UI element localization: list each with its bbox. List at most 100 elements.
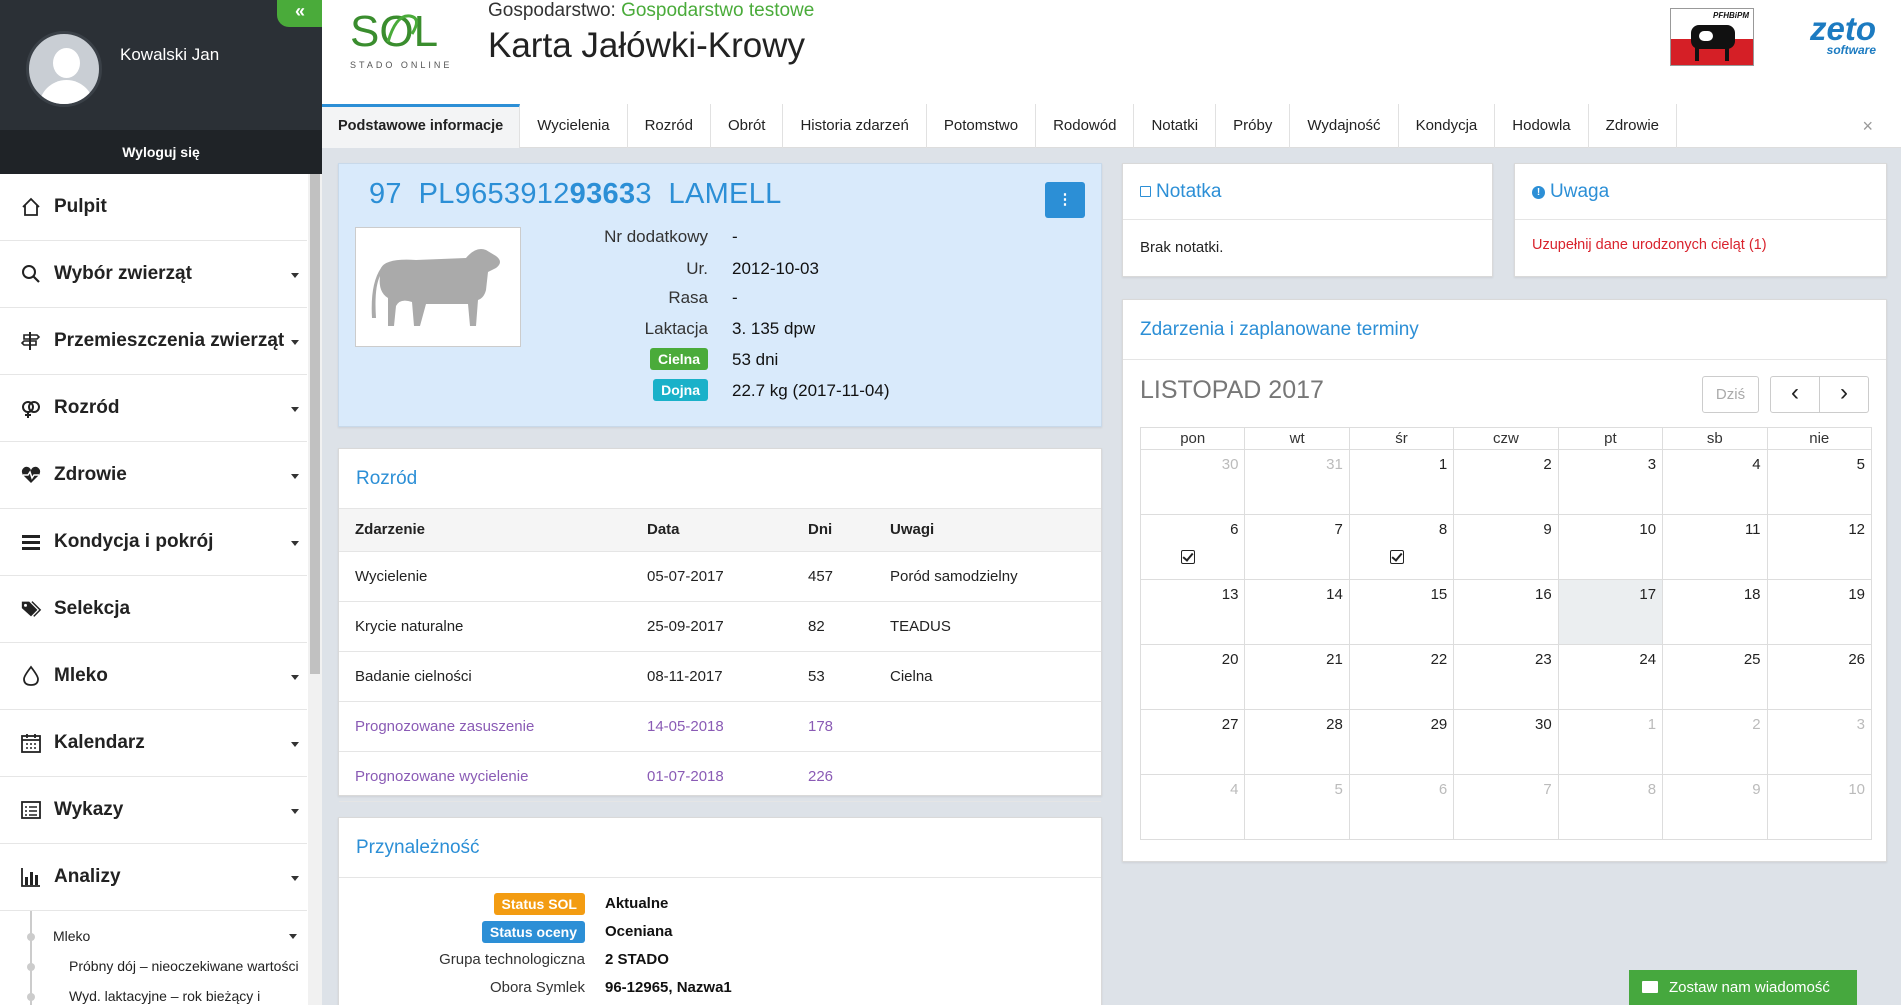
caret-down-icon xyxy=(291,742,299,747)
calendar-day-cell[interactable]: 31 xyxy=(1244,449,1350,515)
calendar-day-cell[interactable]: 2 xyxy=(1453,449,1559,515)
calendar-day-cell[interactable]: 15 xyxy=(1348,579,1455,645)
calendar-day-cell[interactable]: 12 xyxy=(1766,514,1873,580)
calendar-day-cell[interactable]: 16 xyxy=(1453,579,1559,645)
tab-hodowla[interactable]: Hodowla xyxy=(1495,104,1589,148)
calendar-day-cell[interactable]: 8 xyxy=(1557,774,1664,840)
calendar-grid: pon wt śr czw pt sb nie 30 31 1 2 3 4 5 6 7 8 9 10 11 12 13 1… xyxy=(1139,427,1873,840)
tab-podstawowe-informacje[interactable]: Podstawowe informacje xyxy=(322,104,521,148)
calendar-day-cell[interactable]: 26 xyxy=(1766,644,1873,710)
prev-month-button[interactable]: ‹ xyxy=(1770,376,1820,413)
value-ur: 2012-10-03 xyxy=(732,259,819,278)
close-icon[interactable]: × xyxy=(1862,116,1873,137)
calendar-day-cell[interactable]: 6 xyxy=(1139,514,1246,580)
more-actions-button[interactable]: ⋮ xyxy=(1045,182,1085,218)
calendar-day-cell[interactable]: 23 xyxy=(1453,644,1559,710)
calendar-day-cell[interactable]: 25 xyxy=(1662,644,1768,710)
column-header: Zdarzenie xyxy=(339,509,631,552)
farm-name[interactable]: Gospodarstwo testowe xyxy=(621,0,814,21)
check-square-icon[interactable] xyxy=(1181,550,1195,564)
sidebar-scrollbar-thumb[interactable] xyxy=(310,174,320,674)
sidebar-item-kondycja-i-pokrój[interactable]: Kondycja i pokrój xyxy=(0,509,307,576)
tab-wycielenia[interactable]: Wycielenia xyxy=(520,104,628,148)
badge-dojna: Dojna xyxy=(653,379,708,401)
calendar-day-cell[interactable]: 7 xyxy=(1453,774,1559,840)
today-button[interactable]: Dziś xyxy=(1702,376,1759,413)
calendar-day-cell[interactable]: 19 xyxy=(1766,579,1873,645)
calendar-day-cell[interactable]: 13 xyxy=(1139,579,1246,645)
table-cell: 05-07-2017 xyxy=(631,551,792,602)
tab-potomstwo[interactable]: Potomstwo xyxy=(927,104,1037,148)
logo-subtext: STADO ONLINE xyxy=(350,60,452,70)
next-month-button[interactable]: › xyxy=(1819,376,1869,413)
sidebar-item-selekcja[interactable]: Selekcja xyxy=(0,576,307,643)
check-square-icon[interactable] xyxy=(1389,550,1404,564)
calendar-day-cell[interactable]: 1 xyxy=(1557,709,1664,775)
calendar-day-cell[interactable]: 1 xyxy=(1348,449,1455,515)
calendar-day-cell[interactable]: 7 xyxy=(1244,514,1350,580)
sidebar-item-przemieszczenia-zwierząt[interactable]: Przemieszczenia zwierząt xyxy=(0,308,307,375)
calendar-day-cell[interactable]: 29 xyxy=(1348,709,1455,775)
calendar-day-cell[interactable]: 30 xyxy=(1139,449,1246,515)
note-text: Brak notatki. xyxy=(1140,239,1224,256)
calendar-day-cell[interactable]: 27 xyxy=(1139,709,1246,775)
calendar-day-cell[interactable]: 10 xyxy=(1766,774,1873,840)
calendar-day-cell[interactable]: 5 xyxy=(1766,449,1873,515)
tab-rodowód[interactable]: Rodowód xyxy=(1036,104,1135,148)
subnav-item-wyd-laktacyjne[interactable]: Wyd. laktacyjne – rok bieżący i xyxy=(0,981,322,1005)
calendar-day-cell[interactable]: 5 xyxy=(1244,774,1350,840)
farm-line: Gospodarstwo: Gospodarstwo testowe xyxy=(488,0,814,22)
subnav-item-mleko[interactable]: Mleko xyxy=(0,921,322,951)
calendar-day-cell[interactable]: 3 xyxy=(1766,709,1873,775)
rozrod-table: Zdarzenie Data Dni Uwagi Wycielenie 05-07-20… xyxy=(339,509,1101,802)
user-panel: Kowalski Jan « xyxy=(0,0,322,130)
calendar-day-cell[interactable]: 3 xyxy=(1557,449,1664,515)
calendar-day-cell[interactable]: 9 xyxy=(1453,514,1559,580)
calendar-day-cell[interactable]: 21 xyxy=(1244,644,1350,710)
warning-header: ! Uwaga xyxy=(1515,164,1886,220)
tab-wydajność[interactable]: Wydajność xyxy=(1290,104,1399,148)
feedback-button[interactable]: Zostaw nam wiadomość xyxy=(1629,970,1857,1005)
calendar-day-cell[interactable]: 18 xyxy=(1662,579,1768,645)
tab-zdrowie[interactable]: Zdrowie xyxy=(1589,104,1678,148)
tab-kondycja[interactable]: Kondycja xyxy=(1399,104,1496,148)
value-status-sol: Aktualne xyxy=(605,895,669,912)
sidebar-item-wybór-zwierząt[interactable]: Wybór zwierząt xyxy=(0,241,307,308)
sidebar-item-zdrowie[interactable]: Zdrowie xyxy=(0,442,307,509)
calendar-day-cell[interactable]: 14 xyxy=(1244,579,1350,645)
sidebar-item-analizy[interactable]: Analizy xyxy=(0,844,307,911)
cow-image xyxy=(355,227,521,347)
calendar-day-cell[interactable]: 8 xyxy=(1348,514,1455,580)
tab-rozród[interactable]: Rozród xyxy=(628,104,711,148)
calendar-day-cell[interactable]: 17 xyxy=(1557,579,1664,645)
calendar-day-cell[interactable]: 11 xyxy=(1662,514,1768,580)
sidebar-item-kalendarz[interactable]: Kalendarz xyxy=(0,710,307,777)
sidebar-item-mleko[interactable]: Mleko xyxy=(0,643,307,710)
warning-text[interactable]: Uzupełnij dane urodzonych cieląt (1) xyxy=(1515,220,1886,270)
sidebar-item-label: Wykazy xyxy=(54,799,124,820)
calendar-day-cell[interactable]: 4 xyxy=(1662,449,1768,515)
calendar-day-cell[interactable]: 9 xyxy=(1662,774,1768,840)
sidebar-item-pulpit[interactable]: Pulpit xyxy=(0,174,307,241)
calendar-day-cell[interactable]: 6 xyxy=(1348,774,1455,840)
calendar-day-cell[interactable]: 20 xyxy=(1139,644,1246,710)
tab-notatki[interactable]: Notatki xyxy=(1134,104,1217,148)
calendar-day-cell[interactable]: 4 xyxy=(1139,774,1246,840)
calendar-day-cell[interactable]: 24 xyxy=(1557,644,1664,710)
tab-próby[interactable]: Próby xyxy=(1216,104,1291,148)
sidebar-item-wykazy[interactable]: Wykazy xyxy=(0,777,307,844)
calendar-day-cell[interactable]: 10 xyxy=(1557,514,1664,580)
sidebar-item-rozród[interactable]: Rozród xyxy=(0,375,307,442)
sol-logo[interactable]: SOL STADO ONLINE xyxy=(348,4,463,72)
calendar-day-cell[interactable]: 2 xyxy=(1662,709,1768,775)
subnav-item-probny-doj[interactable]: Próbny dój – nieoczekiwane wartości xyxy=(0,951,322,981)
logout-button[interactable]: Wyloguj się xyxy=(0,130,322,174)
calendar-day-cell[interactable]: 22 xyxy=(1348,644,1455,710)
tab-historia-zdarzeń[interactable]: Historia zdarzeń xyxy=(783,104,927,148)
column-header: Dni xyxy=(792,509,874,552)
tab-obrót[interactable]: Obrót xyxy=(711,104,784,148)
calendar-day-cell[interactable]: 28 xyxy=(1244,709,1350,775)
collapse-sidebar-button[interactable]: « xyxy=(277,0,322,27)
table-cell: Prognozowane zasuszenie xyxy=(339,701,631,752)
calendar-day-cell[interactable]: 30 xyxy=(1453,709,1559,775)
